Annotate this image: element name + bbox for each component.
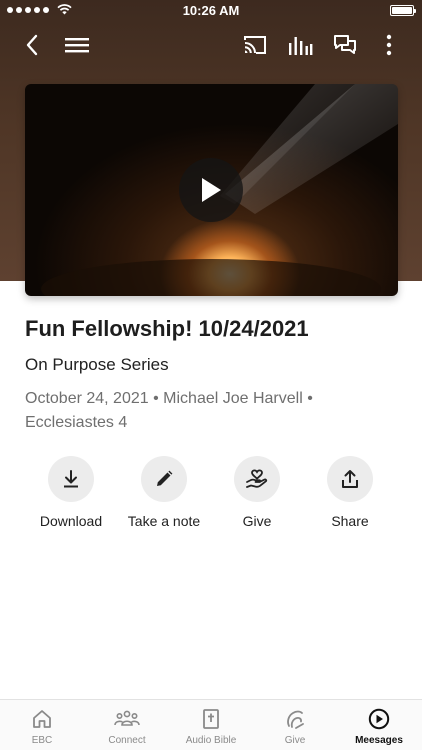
cast-icon [244, 36, 266, 54]
tab-ebc-label: EBC [31, 735, 53, 746]
home-icon [33, 710, 51, 728]
play-icon [202, 178, 221, 202]
play-circle-icon [368, 708, 390, 730]
tab-messages-label: Meesages [355, 735, 403, 746]
take-note-label: Take a note [127, 513, 201, 529]
sermon-speaker: Michael Joe Harvell [163, 390, 303, 407]
tab-give[interactable]: Give [253, 708, 337, 746]
share-icon [342, 470, 358, 488]
tab-connect-label: Connect [108, 735, 146, 746]
video-player[interactable] [25, 84, 398, 296]
meta-separator: • [153, 390, 159, 407]
sermon-scripture: Ecclesiastes 4 [25, 414, 128, 431]
tab-messages[interactable]: Meesages [337, 708, 421, 746]
give-label: Give [242, 513, 272, 529]
play-button[interactable] [179, 158, 243, 222]
action-row: Download Take a note Give Share [0, 456, 422, 536]
download-label: Download [39, 513, 103, 529]
meta-separator: • [307, 390, 313, 407]
battery-icon [390, 5, 416, 16]
tab-ebc[interactable]: EBC [0, 708, 84, 746]
hamburger-icon [65, 38, 89, 53]
heart-hand-icon [246, 469, 268, 488]
share-button[interactable]: Share [295, 456, 405, 529]
give-icon [287, 710, 304, 729]
audio-button[interactable] [285, 30, 315, 60]
cast-button[interactable] [240, 30, 270, 60]
pencil-icon [157, 470, 173, 486]
sermon-title: Fun Fellowship! 10/24/2021 [25, 316, 309, 341]
bottom-tab-bar: EBC Connect Audio Bible Give Meesages [0, 699, 422, 750]
sermon-meta: October 24, 2021 • Michael Joe Harvell •… [25, 387, 395, 435]
tab-connect[interactable]: Connect [85, 708, 169, 746]
bible-icon [203, 709, 219, 729]
chevron-left-icon [26, 34, 38, 56]
tab-audio-bible[interactable]: Audio Bible [169, 708, 253, 746]
more-options-button[interactable] [374, 30, 404, 60]
sermon-date: October 24, 2021 [25, 390, 149, 407]
discussion-button[interactable] [330, 30, 360, 60]
download-icon [64, 470, 78, 488]
tab-give-label: Give [284, 735, 306, 746]
chat-icon [334, 35, 356, 54]
equalizer-icon [289, 37, 313, 55]
menu-button[interactable] [62, 30, 92, 60]
more-vertical-icon [386, 34, 392, 56]
share-label: Share [331, 513, 369, 529]
people-icon [114, 710, 140, 726]
back-button[interactable] [17, 30, 47, 60]
tab-audio-bible-label: Audio Bible [185, 735, 237, 746]
status-time: 10:26 AM [182, 3, 240, 18]
sermon-series: On Purpose Series [25, 355, 169, 374]
top-app-bar [0, 24, 422, 64]
status-bar: 10:26 AM [0, 0, 422, 22]
